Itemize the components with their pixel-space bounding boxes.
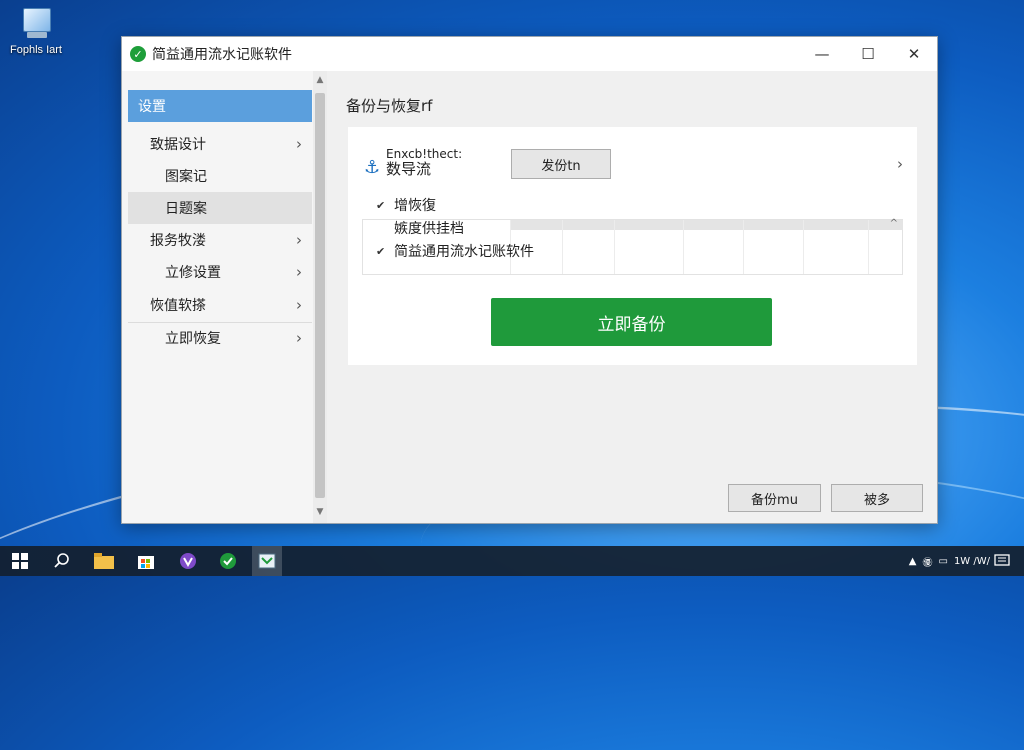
backup-option-3[interactable]: ✔ 简益通用流水记账软件	[376, 241, 534, 261]
sidebar-item-label: 立修设置	[165, 265, 221, 281]
chevron-up-icon[interactable]: ^	[890, 218, 898, 229]
store-icon[interactable]	[134, 549, 158, 573]
option-label: 嫉度供挂档	[394, 221, 464, 237]
computer-icon	[19, 6, 53, 40]
backup-footer-button[interactable]: 备份mu	[728, 484, 821, 512]
sidebar-scrollbar[interactable]: ▲ ▼	[313, 71, 327, 523]
option-label: 增恢復	[394, 198, 436, 214]
notification-icon[interactable]	[990, 549, 1014, 573]
sidebar-item-pattern[interactable]: 图案记	[128, 160, 312, 192]
minimize-button[interactable]: —	[799, 37, 845, 71]
sidebar-item-daily[interactable]: 日题案	[128, 192, 312, 224]
chevron-right-icon: ›	[296, 296, 302, 314]
sidebar-item-restore-software[interactable]: 恢值软搽 ›	[128, 289, 312, 321]
cancel-button[interactable]: 被多	[831, 484, 923, 512]
app-green-shield-icon[interactable]	[216, 549, 240, 573]
chevron-right-icon: ›	[296, 263, 302, 281]
scroll-up-icon[interactable]: ▲	[313, 75, 327, 85]
active-app-icon[interactable]	[252, 546, 282, 576]
checkmark-icon: ✔	[376, 198, 386, 212]
section-title: 备份与恢复rf	[346, 97, 433, 115]
backup-option-1[interactable]: ✔ 增恢復	[376, 195, 436, 215]
taskbar: ▲ ㊝ ▭ 1W /W/	[0, 546, 1024, 576]
sidebar-item-report[interactable]: 报务牧溇 ›	[128, 224, 312, 256]
tray-display-icon[interactable]: ▭	[938, 556, 947, 567]
tray-network-icon[interactable]: ㊝	[922, 554, 932, 569]
start-button[interactable]	[8, 549, 32, 573]
sidebar-item-restore-now[interactable]: 立即恢复 ›	[128, 322, 312, 354]
sidebar-item-label: 日题案	[165, 201, 207, 217]
desktop-icon-label: Fophls Iart	[10, 44, 62, 56]
anchor-icon: ⚓	[364, 157, 381, 178]
app-window: ✓ 简益通用流水记账软件 — ☐ ✕ 设置 致据设计 › 图案记 日题案 报务牧…	[121, 36, 938, 524]
sidebar-item-data-design[interactable]: 致据设计 ›	[128, 128, 312, 160]
sidebar-item-label: 立即恢复	[165, 331, 221, 347]
sidebar-item-label: 恢值软搽	[150, 298, 206, 314]
table-header	[510, 220, 903, 230]
app-check-icon: ✓	[130, 46, 146, 62]
backup-panel: ⚓ Enxcb!thect: 数导流 发份tn › ✔ 增恢復 ^ 嫉度供挂档	[348, 127, 917, 365]
sidebar-item-label: 致据设计	[150, 137, 206, 153]
browse-button[interactable]: 发份tn	[511, 149, 611, 179]
chevron-right-icon: ›	[296, 329, 302, 347]
chevron-right-icon[interactable]: ›	[897, 155, 903, 173]
close-button[interactable]: ✕	[891, 37, 937, 71]
search-icon[interactable]	[50, 549, 74, 573]
backup-now-button[interactable]: 立即备份	[491, 298, 772, 346]
option-label: 简益通用流水记账软件	[394, 244, 534, 260]
checkmark-icon: ✔	[376, 244, 386, 258]
title-bar[interactable]: ✓ 简益通用流水记账软件 — ☐ ✕	[122, 37, 937, 71]
sidebar-item-repair-settings[interactable]: 立修设置 ›	[128, 256, 312, 288]
desktop-icon[interactable]: Fophls Iart	[4, 4, 68, 56]
backup-path-value: 数导流	[386, 160, 432, 178]
window-title: 简益通用流水记账软件	[152, 47, 292, 63]
backup-option-2[interactable]: 嫉度供挂档	[376, 218, 464, 238]
scrollbar-thumb[interactable]	[315, 93, 325, 498]
backup-path-text: Enxcb!thect: 数导流	[386, 147, 462, 177]
chevron-right-icon: ›	[296, 135, 302, 153]
folder-icon[interactable]	[92, 549, 116, 573]
maximize-button[interactable]: ☐	[845, 37, 891, 71]
tray-expand-icon[interactable]: ▲	[909, 556, 917, 567]
system-tray: ▲ ㊝ ▭ 1W /W/	[903, 546, 990, 576]
app-purple-icon[interactable]	[176, 549, 200, 573]
sidebar-item-label: 图案记	[165, 169, 207, 185]
sidebar-item-label: 设置	[138, 99, 166, 115]
sidebar-item-settings[interactable]: 设置	[128, 90, 312, 122]
tray-clock[interactable]: 1W /W/	[954, 556, 990, 567]
sidebar: 设置 致据设计 › 图案记 日题案 报务牧溇 › 立修设置 › 恢值软搽 › 立…	[122, 71, 313, 523]
sidebar-item-label: 报务牧溇	[150, 233, 206, 249]
chevron-right-icon: ›	[296, 231, 302, 249]
windows-icon	[12, 553, 28, 569]
scroll-down-icon[interactable]: ▼	[313, 507, 327, 517]
